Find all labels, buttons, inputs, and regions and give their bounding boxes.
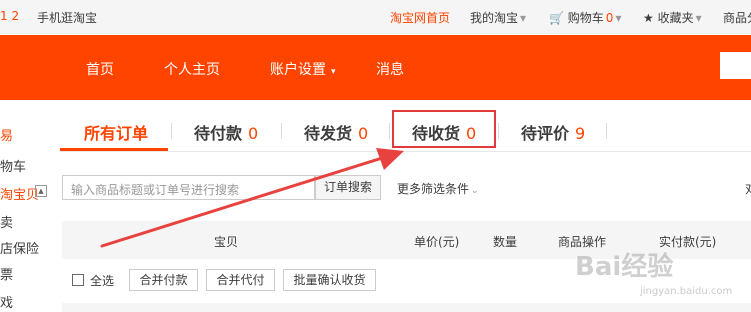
watermark-url: jingyan.baidu.com bbox=[640, 286, 733, 297]
baidu-jingyan-watermark: Bai经验 bbox=[575, 252, 674, 282]
